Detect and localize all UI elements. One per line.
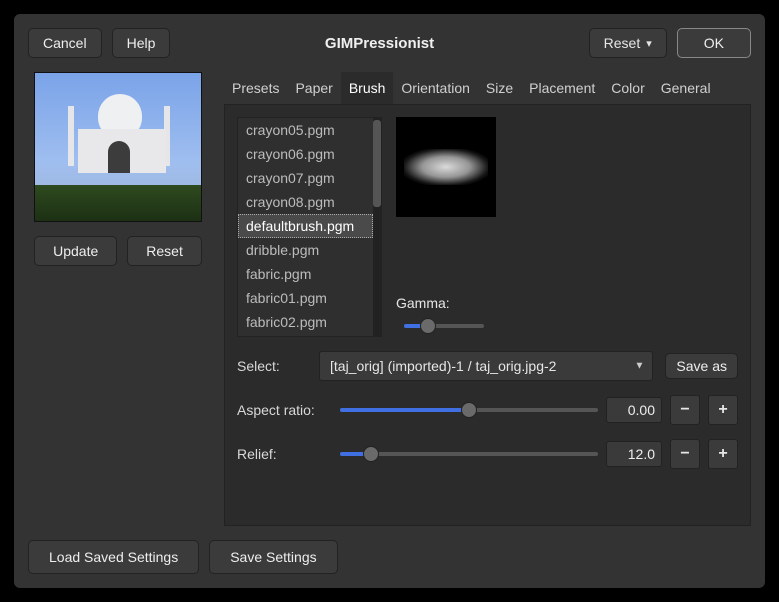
tab-size[interactable]: Size (478, 72, 521, 104)
preview-foreground (35, 185, 201, 221)
reset-dropdown-label: Reset (604, 35, 641, 51)
aspect-ratio-row: Aspect ratio: 0.00 − + (237, 395, 738, 425)
list-item[interactable]: crayon06.pgm (238, 142, 373, 166)
right-column: Presets Paper Brush Orientation Size Pla… (224, 72, 751, 526)
preview-minaret (68, 106, 74, 166)
preview-button-row: Update Reset (34, 236, 202, 266)
tab-orientation[interactable]: Orientation (393, 72, 477, 104)
select-label: Select: (237, 358, 307, 374)
load-saved-settings-button[interactable]: Load Saved Settings (28, 540, 199, 574)
tab-bar: Presets Paper Brush Orientation Size Pla… (224, 72, 751, 104)
spacer (396, 231, 496, 281)
brush-listbox[interactable]: crayon05.pgm crayon06.pgm crayon07.pgm c… (237, 117, 382, 337)
list-item[interactable]: dribble.pgm (238, 238, 373, 262)
tab-general[interactable]: General (653, 72, 719, 104)
list-item[interactable]: crayon08.pgm (238, 190, 373, 214)
scrollbar-thumb[interactable] (373, 120, 381, 207)
preview-arch (108, 141, 130, 173)
dialog-body: Update Reset Presets Paper Brush Orienta… (28, 72, 751, 526)
tab-presets[interactable]: Presets (224, 72, 287, 104)
tab-brush[interactable]: Brush (341, 72, 394, 104)
list-item[interactable]: fabric02.pgm (238, 310, 373, 334)
cancel-button[interactable]: Cancel (28, 28, 102, 58)
list-item[interactable]: fabric01.pgm (238, 286, 373, 310)
help-button[interactable]: Help (112, 28, 171, 58)
slider-fill (340, 408, 469, 412)
tab-paper[interactable]: Paper (287, 72, 340, 104)
list-item[interactable]: crayon07.pgm (238, 166, 373, 190)
aspect-ratio-value[interactable]: 0.00 (606, 397, 662, 423)
aspect-ratio-minus[interactable]: − (670, 395, 700, 425)
left-column: Update Reset (28, 72, 208, 526)
aspect-ratio-plus[interactable]: + (708, 395, 738, 425)
brush-list-inner: crayon05.pgm crayon06.pgm crayon07.pgm c… (238, 118, 373, 336)
select-row: Select: [taj_orig] (imported)-1 / taj_or… (237, 351, 738, 381)
image-preview (34, 72, 202, 222)
source-dropdown-value: [taj_orig] (imported)-1 / taj_orig.jpg-2 (330, 358, 556, 374)
aspect-ratio-label: Aspect ratio: (237, 402, 332, 418)
footer-row: Load Saved Settings Save Settings (28, 540, 751, 574)
relief-row: Relief: 12.0 − + (237, 439, 738, 469)
relief-plus[interactable]: + (708, 439, 738, 469)
preview-reset-button[interactable]: Reset (127, 236, 202, 266)
brush-preview-column: Gamma: (396, 117, 496, 337)
reset-dropdown-button[interactable]: Reset ▾ (589, 28, 667, 58)
slider-thumb[interactable] (363, 446, 379, 462)
brush-top-row: crayon05.pgm crayon06.pgm crayon07.pgm c… (237, 117, 738, 337)
tab-color[interactable]: Color (603, 72, 652, 104)
slider-thumb[interactable] (420, 318, 436, 334)
relief-minus[interactable]: − (670, 439, 700, 469)
chevron-down-icon: ▼ (635, 361, 645, 372)
dialog-window: Cancel Help GIMPressionist Reset ▾ OK Up… (14, 14, 765, 588)
relief-label: Relief: (237, 446, 332, 462)
list-item[interactable]: fabric.pgm (238, 262, 373, 286)
brush-panel: crayon05.pgm crayon06.pgm crayon07.pgm c… (224, 104, 751, 526)
save-settings-button[interactable]: Save Settings (209, 540, 337, 574)
tab-placement[interactable]: Placement (521, 72, 603, 104)
titlebar: Cancel Help GIMPressionist Reset ▾ OK (28, 28, 751, 58)
aspect-ratio-slider[interactable] (340, 401, 598, 419)
save-as-button[interactable]: Save as (665, 353, 738, 379)
list-item[interactable]: defaultbrush.pgm (238, 214, 373, 238)
source-dropdown[interactable]: [taj_orig] (imported)-1 / taj_orig.jpg-2… (319, 351, 653, 381)
list-item[interactable]: crayon05.pgm (238, 118, 373, 142)
brush-preview (396, 117, 496, 217)
gamma-slider[interactable] (404, 317, 484, 335)
update-button[interactable]: Update (34, 236, 117, 266)
gamma-label: Gamma: (396, 295, 496, 311)
dialog-title: GIMPressionist (180, 35, 578, 52)
brush-list-scrollbar[interactable] (373, 118, 381, 336)
relief-value[interactable]: 12.0 (606, 441, 662, 467)
ok-button[interactable]: OK (677, 28, 751, 58)
gamma-control: Gamma: (396, 295, 496, 335)
relief-slider[interactable] (340, 445, 598, 463)
chevron-down-icon: ▾ (646, 37, 652, 50)
brush-stroke-icon (404, 149, 488, 185)
slider-thumb[interactable] (461, 402, 477, 418)
